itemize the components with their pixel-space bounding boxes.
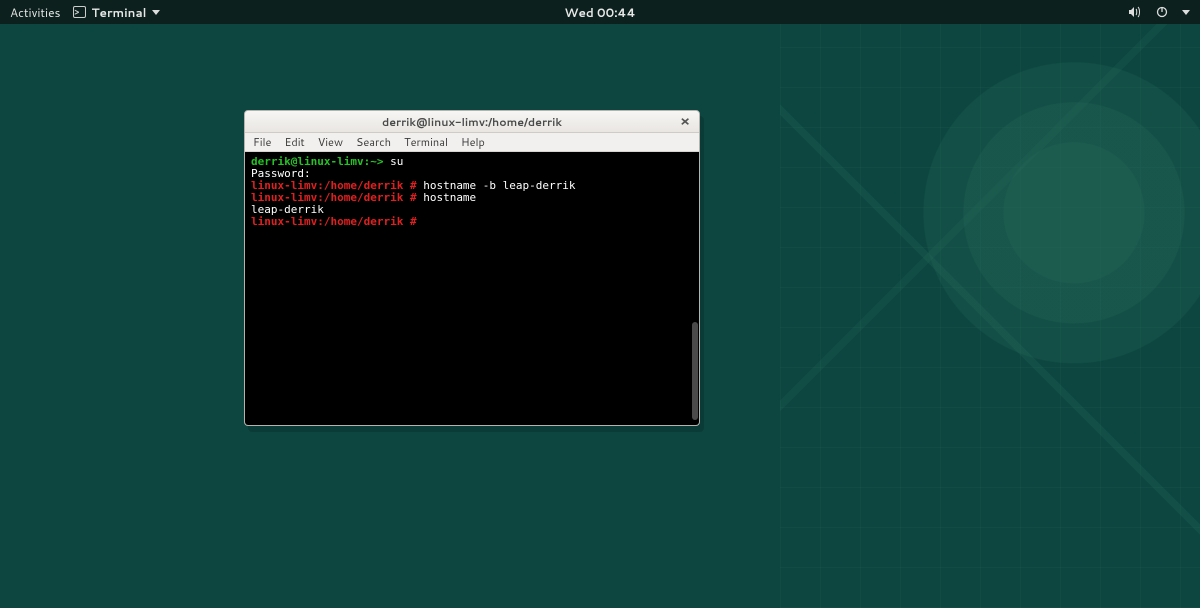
terminal-line: linux-limv:/home/derrik # (251, 216, 693, 228)
window-menubar: File Edit View Search Terminal Help (245, 133, 699, 152)
cmd: su (383, 155, 403, 168)
activities-button[interactable]: Activities (10, 4, 61, 21)
gnome-topbar: Activities Terminal Wed 00:44 (0, 0, 1200, 24)
menu-terminal[interactable]: Terminal (404, 134, 448, 150)
terminal-scrollbar[interactable] (692, 322, 698, 420)
menu-file[interactable]: File (253, 134, 271, 150)
terminal-icon (73, 6, 86, 18)
chevron-down-icon (152, 10, 160, 15)
app-menu[interactable]: Terminal (73, 4, 161, 21)
menu-help[interactable]: Help (461, 134, 485, 150)
window-titlebar[interactable]: derrik@linux-limv:/home/derrik × (245, 111, 699, 133)
volume-icon[interactable] (1128, 6, 1142, 18)
app-name: Terminal (92, 4, 147, 21)
power-icon[interactable] (1156, 6, 1168, 18)
clock[interactable]: Wed 00:44 (564, 4, 635, 21)
window-title: derrik@linux-limv:/home/derrik (382, 114, 562, 130)
cursor (417, 215, 424, 228)
terminal-line: derrik@linux-limv:~> su (251, 156, 693, 168)
wallpaper-blueprint (780, 0, 1200, 608)
root-prompt: linux-limv:/home/derrik # (251, 215, 417, 228)
system-menu-chevron-icon[interactable] (1182, 10, 1190, 15)
terminal-viewport[interactable]: derrik@linux-limv:~> su Password: linux-… (245, 152, 699, 425)
menu-view[interactable]: View (318, 134, 343, 150)
close-button[interactable]: × (677, 114, 693, 130)
terminal-window: derrik@linux-limv:/home/derrik × File Ed… (244, 110, 700, 426)
menu-edit[interactable]: Edit (284, 134, 304, 150)
cmd: hostname (417, 191, 477, 204)
menu-search[interactable]: Search (356, 134, 391, 150)
